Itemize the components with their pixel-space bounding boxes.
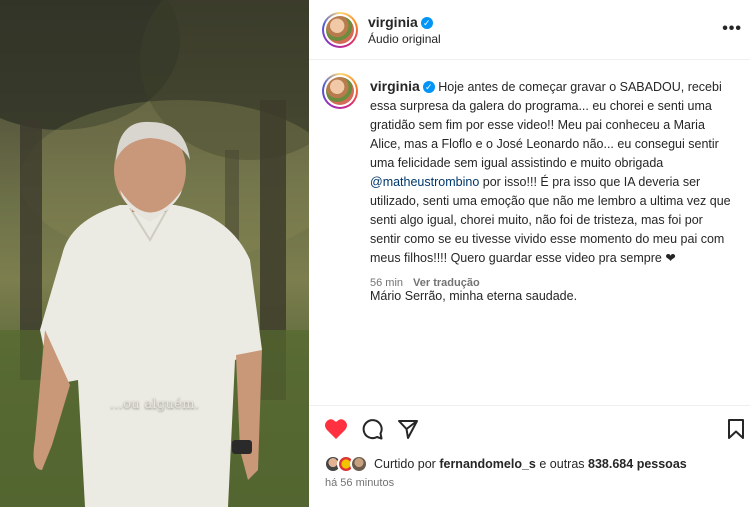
verified-badge-icon: ✓ [420, 17, 433, 29]
liked-by-user-link[interactable]: fernandomelo_s [439, 457, 536, 471]
caption-mention-link[interactable]: @matheustrombino [370, 175, 479, 189]
liked-by-prefix: Curtido por [374, 457, 436, 471]
verified-badge-icon: ✓ [422, 81, 435, 93]
post-header: virginia ✓ Áudio original ••• [309, 0, 750, 60]
video-frame-image [0, 0, 309, 507]
caption-author-avatar[interactable] [322, 73, 358, 109]
post-caption: virginia ✓ Hoje antes de começar gravar o… [370, 77, 735, 306]
more-options-icon[interactable]: ••• [722, 20, 742, 38]
liked-by-and: e outras [539, 457, 585, 471]
author-avatar[interactable] [322, 12, 358, 48]
comment-icon[interactable] [361, 418, 383, 440]
likes-count-link[interactable]: 838.684 pessoas [588, 457, 687, 471]
bookmark-icon[interactable] [727, 418, 745, 440]
liked-by-text: Curtido por fernandomelo_s e outras 838.… [374, 457, 687, 471]
post-panel: virginia ✓ Áudio original ••• virginia ✓ H… [309, 0, 750, 507]
translate-link[interactable]: Ver tradução [413, 277, 480, 289]
caption-username[interactable]: virginia [370, 78, 420, 94]
caption-signature: Mário Serrão, minha eterna saudade. [370, 289, 578, 303]
post-caption-area: virginia ✓ Hoje antes de começar gravar o… [309, 61, 750, 405]
liked-by-row: Curtido por fernandomelo_s e outras 838.… [324, 453, 687, 475]
caption-time[interactable]: 56 min [370, 277, 403, 289]
heart-filled-icon[interactable] [324, 418, 348, 440]
video-overlay-caption: ...ou alguém. [109, 397, 200, 412]
caption-meta: 56 min Ver tradução [370, 277, 480, 289]
post-video[interactable]: ...ou alguém. [0, 0, 309, 507]
caption-text-part1: Hoje antes de começar gravar o SABADOU, … [370, 80, 722, 170]
post-actions: Curtido por fernandomelo_s e outras 838.… [309, 405, 750, 507]
post-timestamp[interactable]: há 56 minutos [325, 477, 394, 489]
liker-avatar[interactable] [350, 455, 368, 473]
audio-label[interactable]: Áudio original [368, 32, 441, 46]
send-icon[interactable] [397, 418, 419, 440]
author-username[interactable]: virginia [368, 14, 418, 30]
